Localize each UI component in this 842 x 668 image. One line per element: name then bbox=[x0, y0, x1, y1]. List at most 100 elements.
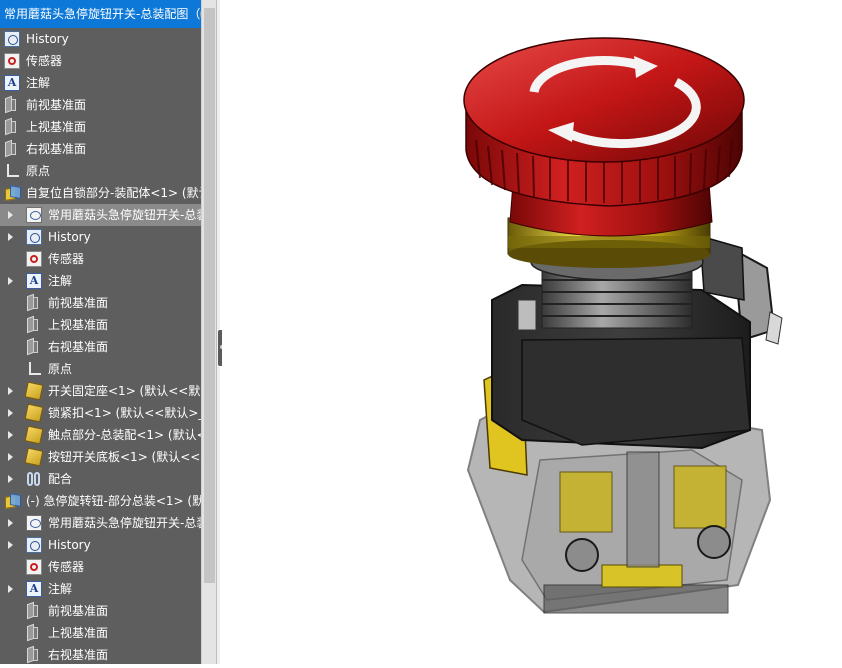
tree-item[interactable]: (-) 急停旋转钮-部分总装<1> (默认 bbox=[0, 490, 201, 512]
part-icon bbox=[24, 403, 44, 423]
tree-item[interactable]: 前视基准面 bbox=[0, 600, 201, 622]
history-icon bbox=[26, 229, 42, 245]
tree-item[interactable]: 前视基准面 bbox=[0, 292, 201, 314]
tree-item[interactable]: 上视基准面 bbox=[0, 622, 201, 644]
tree-item-label: 原点 bbox=[48, 362, 73, 376]
tree-item-label: (-) 急停旋转钮-部分总装<1> (默认 bbox=[26, 494, 201, 508]
expand-arrow-icon[interactable] bbox=[8, 453, 13, 461]
expand-arrow-icon[interactable] bbox=[8, 475, 13, 483]
origin-icon bbox=[4, 163, 20, 179]
tree-item[interactable]: 传感器 bbox=[0, 556, 201, 578]
tree-item-label: 注解 bbox=[48, 274, 73, 288]
tree-item-label: 上视基准面 bbox=[48, 318, 109, 332]
tree-item-label: 注解 bbox=[26, 76, 51, 90]
expand-arrow-icon[interactable] bbox=[8, 409, 13, 417]
tree-item[interactable]: History bbox=[0, 534, 201, 556]
tree-item-label: 右视基准面 bbox=[48, 648, 109, 662]
tree-item[interactable]: 配合 bbox=[0, 468, 201, 490]
tree-item-label: 自复位自锁部分-装配体<1> (默认 bbox=[26, 186, 201, 200]
document-icon bbox=[26, 515, 42, 531]
tree-item-label: 注解 bbox=[48, 582, 73, 596]
tree-scrollbar-thumb[interactable] bbox=[204, 8, 215, 583]
tree-item[interactable]: 原点 bbox=[0, 358, 201, 380]
mate-icon bbox=[26, 471, 42, 487]
plane-icon bbox=[4, 97, 18, 113]
expand-arrow-icon[interactable] bbox=[8, 519, 13, 527]
plane-icon bbox=[4, 119, 18, 135]
tree-item-label: 按钮开关底板<1> (默认<<默 bbox=[48, 450, 201, 464]
plane-icon bbox=[26, 603, 40, 619]
tree-item[interactable]: 上视基准面 bbox=[0, 314, 201, 336]
part-icon bbox=[24, 381, 44, 401]
tree-item-label: 配合 bbox=[48, 472, 73, 486]
part-icon bbox=[24, 447, 44, 467]
expand-arrow-icon[interactable] bbox=[8, 233, 13, 241]
tree-item[interactable]: 右视基准面 bbox=[0, 138, 201, 160]
plane-icon bbox=[26, 317, 40, 333]
red-mushroom-head[interactable] bbox=[463, 37, 745, 237]
tree-item-label: 触点部分-总装配<1> (默认< bbox=[48, 428, 201, 442]
tree-item[interactable]: 常用蘑菇头急停旋钮开关-总装 bbox=[0, 204, 201, 226]
tree-item[interactable]: History bbox=[0, 226, 201, 248]
sensor-icon bbox=[26, 559, 42, 575]
tree-item[interactable]: 开关固定座<1> (默认<<默认 bbox=[0, 380, 201, 402]
tree-item-label: History bbox=[26, 32, 69, 46]
tree-item[interactable]: 常用蘑菇头急停旋钮开关-总装 bbox=[0, 512, 201, 534]
annotation-icon: A bbox=[4, 75, 20, 91]
tree-item-label: 右视基准面 bbox=[26, 142, 87, 156]
plane-icon bbox=[26, 625, 40, 641]
plane-icon bbox=[26, 647, 40, 663]
tree-scrollbar[interactable] bbox=[201, 0, 217, 664]
tree-root-assembly[interactable]: 常用蘑菇头急停旋钮开关-总装配图（ bbox=[0, 0, 201, 28]
tree-item-label: 右视基准面 bbox=[48, 340, 109, 354]
tree-item[interactable]: 自复位自锁部分-装配体<1> (默认 bbox=[0, 182, 201, 204]
tree-item-label: 传感器 bbox=[48, 252, 85, 266]
tree-item[interactable]: 右视基准面 bbox=[0, 644, 201, 664]
tree-item[interactable]: 传感器 bbox=[0, 248, 201, 270]
tree-item[interactable]: 锁紧扣<1> (默认<<默认>_显 bbox=[0, 402, 201, 424]
tree-item[interactable]: A 注解 bbox=[0, 270, 201, 292]
sensor-icon bbox=[26, 251, 42, 267]
tree-item-label: 开关固定座<1> (默认<<默认 bbox=[48, 384, 201, 398]
tree-item[interactable]: 触点部分-总装配<1> (默认< bbox=[0, 424, 201, 446]
tree-item[interactable]: 右视基准面 bbox=[0, 336, 201, 358]
tree-item-label: History bbox=[48, 230, 91, 244]
tree-item-label: History bbox=[48, 538, 91, 552]
expand-arrow-icon[interactable] bbox=[8, 387, 13, 395]
tree-item[interactable]: 前视基准面 bbox=[0, 94, 201, 116]
history-icon bbox=[4, 31, 20, 47]
tree-item-label: 传感器 bbox=[26, 54, 63, 68]
graphics-viewport[interactable] bbox=[222, 0, 842, 664]
feature-manager-tree: 常用蘑菇头急停旋钮开关-总装配图（ History 传感器 A 注解 前视基准面 上视基准… bbox=[0, 0, 201, 664]
part-icon bbox=[24, 425, 44, 445]
expand-arrow-icon[interactable] bbox=[8, 541, 13, 549]
tree-item[interactable]: History bbox=[0, 28, 201, 50]
tree-item[interactable]: A 注解 bbox=[0, 72, 201, 94]
tree-item[interactable]: 按钮开关底板<1> (默认<<默 bbox=[0, 446, 201, 468]
tree-item[interactable]: A 注解 bbox=[0, 578, 201, 600]
tree-item[interactable]: 上视基准面 bbox=[0, 116, 201, 138]
plane-icon bbox=[26, 295, 40, 311]
history-icon bbox=[26, 537, 42, 553]
expand-arrow-icon[interactable] bbox=[8, 211, 13, 219]
tree-item[interactable]: 传感器 bbox=[0, 50, 201, 72]
plane-icon bbox=[4, 141, 18, 157]
annotation-icon: A bbox=[26, 581, 42, 597]
origin-icon bbox=[26, 361, 42, 377]
tree-item-label: 常用蘑菇头急停旋钮开关-总装 bbox=[48, 208, 201, 222]
tree-item-label: 常用蘑菇头急停旋钮开关-总装 bbox=[48, 516, 201, 530]
annotation-icon: A bbox=[26, 273, 42, 289]
assembly-icon bbox=[4, 493, 20, 509]
tree-item[interactable]: 原点 bbox=[0, 160, 201, 182]
plane-icon bbox=[26, 339, 40, 355]
document-icon bbox=[26, 207, 42, 223]
tree-item-label: 传感器 bbox=[48, 560, 85, 574]
expand-arrow-icon[interactable] bbox=[8, 277, 13, 285]
sensor-icon bbox=[4, 53, 20, 69]
tree-root-label: 常用蘑菇头急停旋钮开关-总装配图（ bbox=[4, 7, 201, 21]
emergency-stop-switch-model[interactable] bbox=[222, 0, 842, 664]
expand-arrow-icon[interactable] bbox=[8, 585, 13, 593]
tree-item-label: 前视基准面 bbox=[26, 98, 87, 112]
expand-arrow-icon[interactable] bbox=[8, 431, 13, 439]
tree-item-label: 前视基准面 bbox=[48, 604, 109, 618]
